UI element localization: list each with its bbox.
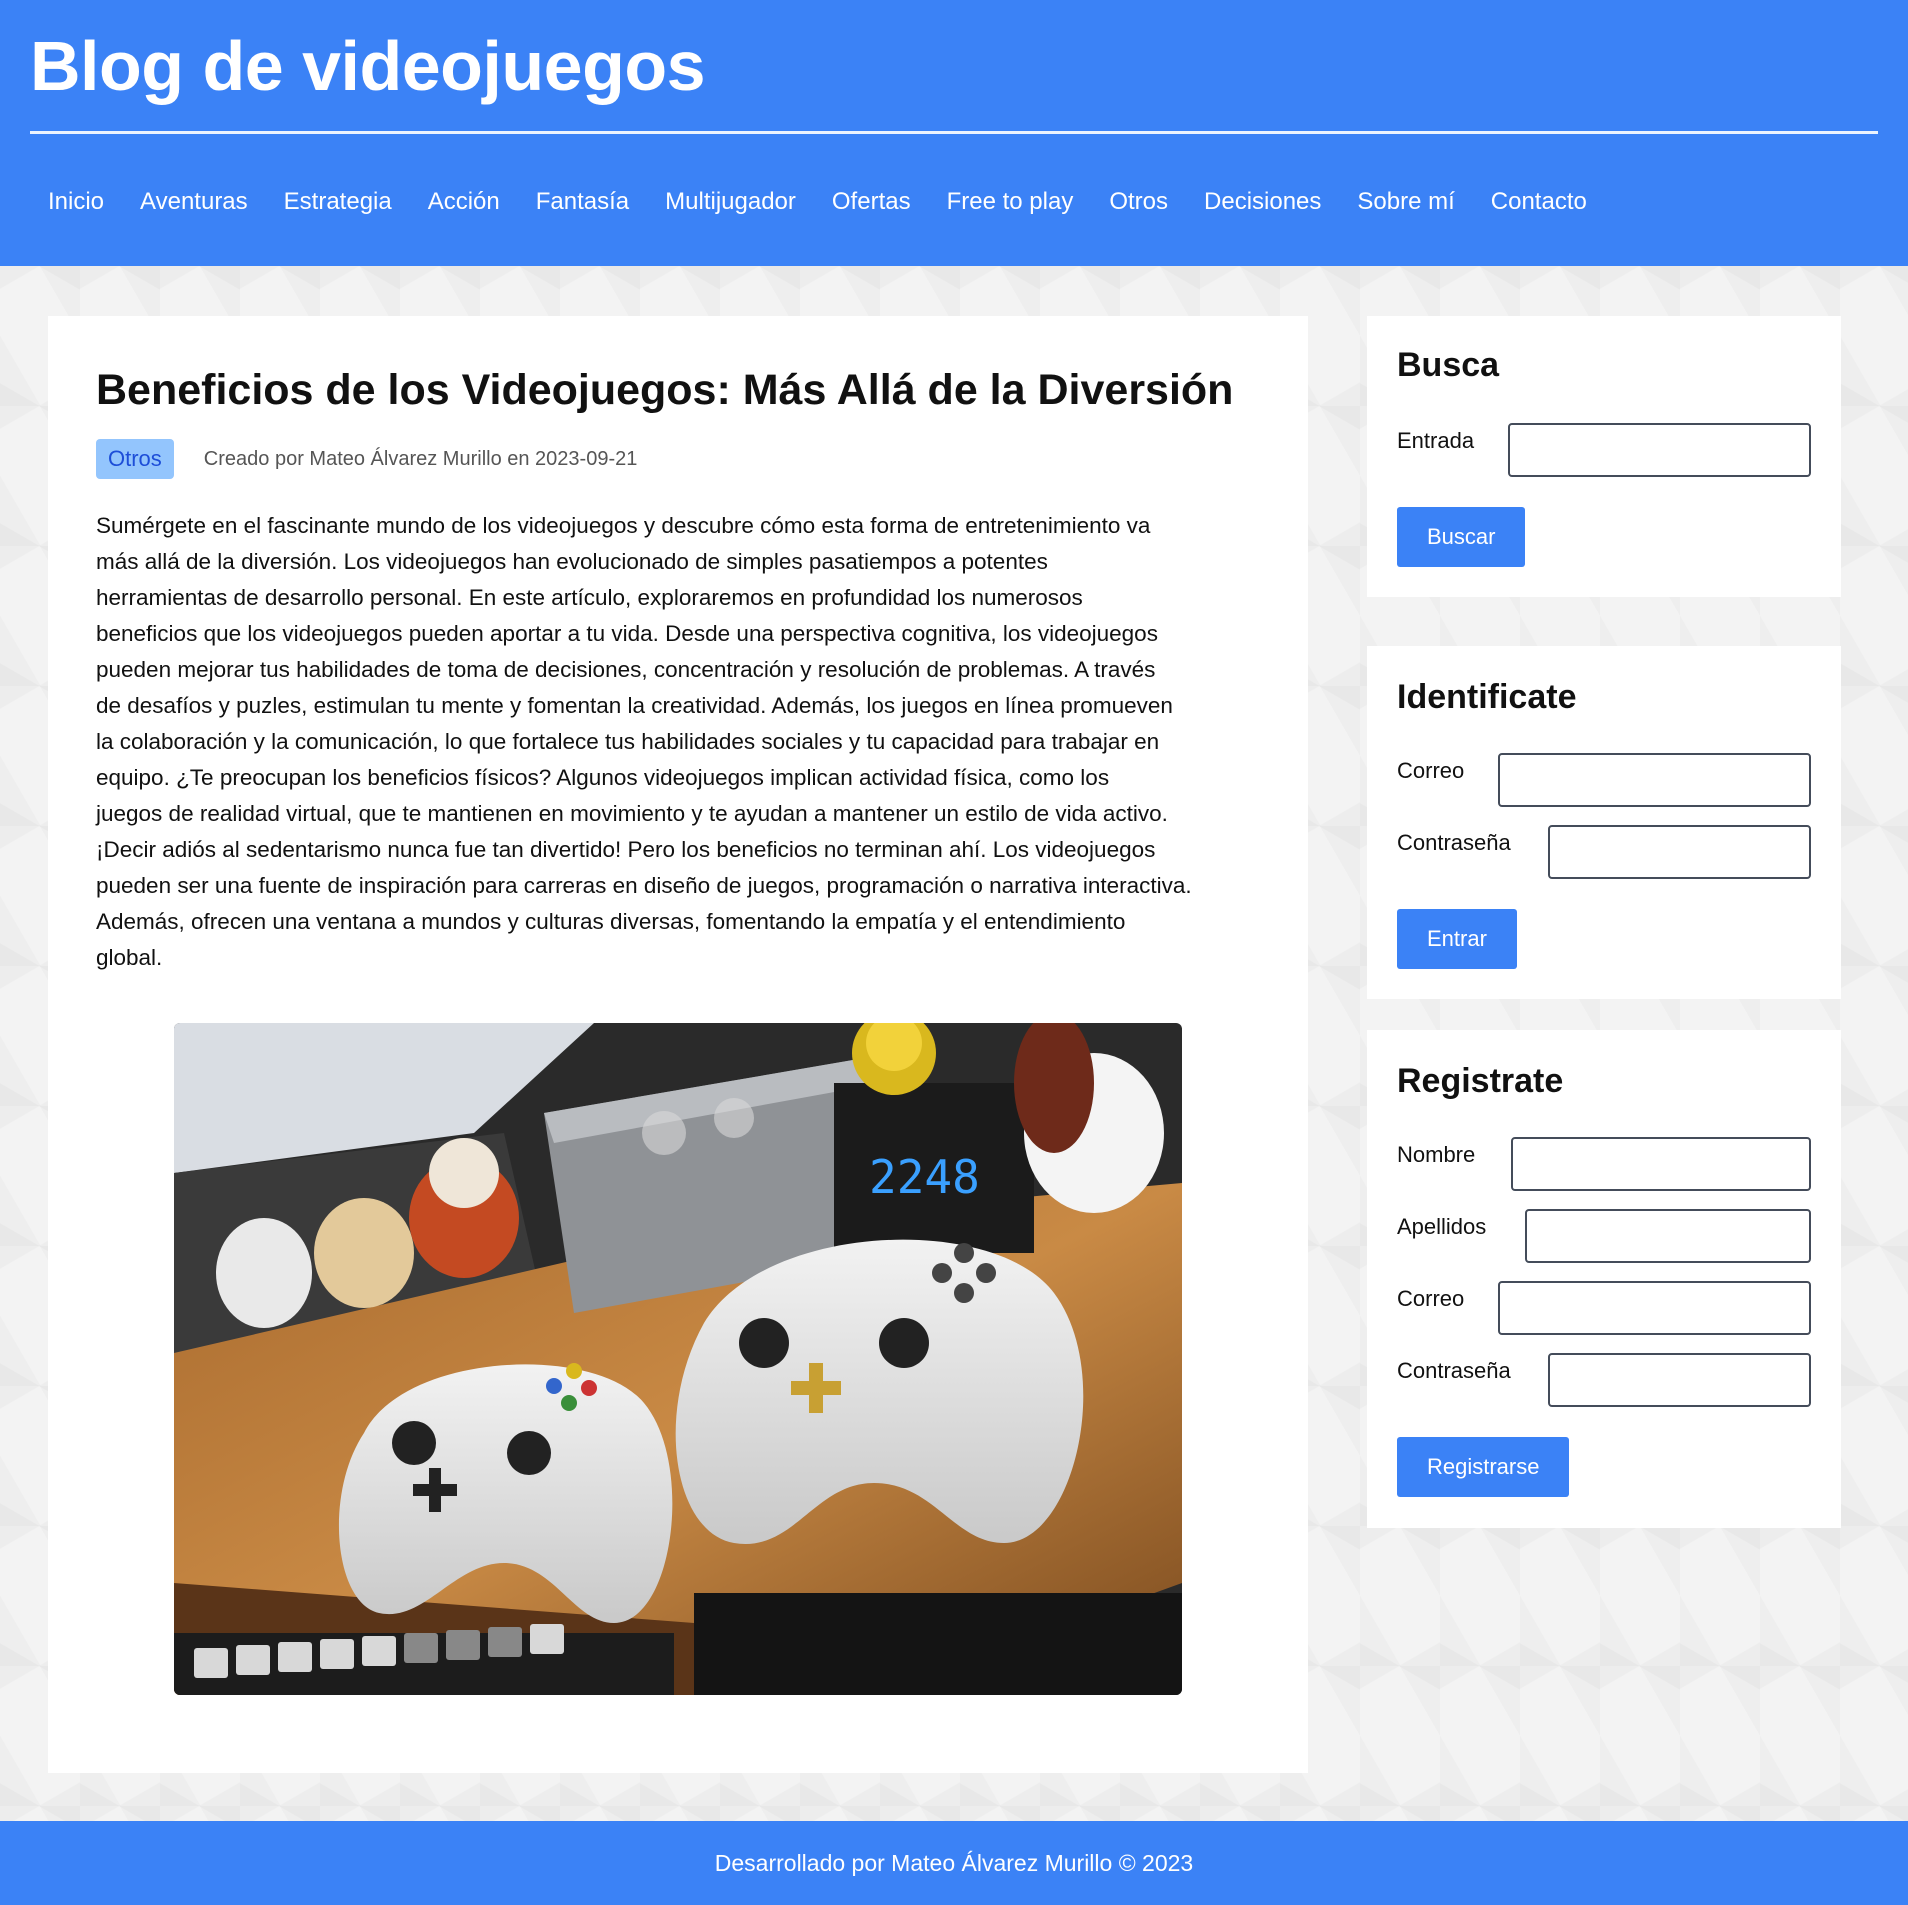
register-widget-title: Registrate: [1397, 1062, 1564, 1100]
post-line: pueden ser una fuente de inspiración par…: [96, 873, 1192, 898]
nav-decisiones[interactable]: Decisiones: [1186, 180, 1339, 224]
register-surname-label: Apellidos: [1397, 1214, 1487, 1239]
post-line: ¡Decir adiós al sedentarismo nunca fue t…: [96, 837, 1156, 862]
post-line: juegos de realidad virtual, que te manti…: [96, 801, 1168, 826]
search-widget: Busca Entrada Buscar: [1367, 316, 1841, 597]
register-email-label: Correo: [1397, 1286, 1465, 1311]
post-body: Sumérgete en el fascinante mundo de los …: [96, 508, 1266, 976]
post-title: Beneficios de los Videojuegos: Más Allá …: [96, 366, 1234, 414]
login-email-label: Correo: [1397, 758, 1465, 783]
post-line: beneficios que los videojuegos pueden ap…: [96, 621, 1158, 646]
post-line: la colaboración y la comunicación, lo qu…: [96, 729, 1160, 754]
post-byline: Creado por Mateo Álvarez Murillo en 2023…: [203, 447, 638, 470]
nav-aventuras[interactable]: Aventuras: [122, 180, 266, 224]
nav-accion[interactable]: Acción: [410, 180, 518, 224]
nav-inicio[interactable]: Inicio: [30, 180, 122, 224]
nav-fantasia[interactable]: Fantasía: [518, 180, 647, 224]
site-header: Blog de videojuegos Inicio Aventuras Est…: [0, 0, 1908, 266]
register-password-input[interactable]: [1548, 1353, 1811, 1407]
post-meta: Otros Creado por Mateo Álvarez Murillo e…: [96, 439, 637, 479]
site-title[interactable]: Blog de videojuegos: [30, 24, 706, 108]
search-button[interactable]: Buscar: [1397, 507, 1526, 567]
register-name-label: Nombre: [1397, 1142, 1476, 1167]
login-button[interactable]: Entrar: [1397, 909, 1517, 969]
post-line: Sumérgete en el fascinante mundo de los …: [96, 513, 1151, 538]
register-widget: Registrate Nombre Apellidos Correo Contr…: [1367, 1030, 1841, 1528]
search-input[interactable]: [1508, 423, 1811, 477]
clock-display: 2248: [869, 1150, 980, 1204]
site-footer: Desarrollado por Mateo Álvarez Murillo ©…: [0, 1821, 1908, 1905]
controllers-photo: 2248: [174, 1023, 1182, 1695]
post-line: equipo. ¿Te preocupan los beneficios fís…: [96, 765, 1110, 790]
nav-free-to-play[interactable]: Free to play: [929, 180, 1092, 224]
register-password-label: Contraseña: [1397, 1358, 1511, 1383]
category-badge[interactable]: Otros: [96, 439, 174, 479]
register-button[interactable]: Registrarse: [1397, 1437, 1570, 1497]
nav-contacto[interactable]: Contacto: [1473, 180, 1605, 224]
post-line: más allá de la diversión. Los videojuego…: [96, 549, 1048, 574]
register-surname-input[interactable]: [1525, 1209, 1811, 1263]
nav-ofertas[interactable]: Ofertas: [814, 180, 929, 224]
header-divider: [30, 131, 1878, 134]
login-widget: Identificate Correo Contraseña Entrar: [1367, 646, 1841, 999]
login-email-input[interactable]: [1498, 753, 1811, 807]
nav-estrategia[interactable]: Estrategia: [266, 180, 410, 224]
post-line: global.: [96, 945, 163, 970]
post-line: Además, ofrecen una ventana a mundos y c…: [96, 909, 1126, 934]
nav-otros[interactable]: Otros: [1091, 180, 1186, 224]
search-label: Entrada: [1397, 428, 1475, 453]
main-nav: Inicio Aventuras Estrategia Acción Fanta…: [30, 180, 1605, 224]
post-line: pueden mejorar tus habilidades de toma d…: [96, 657, 1156, 682]
login-password-label: Contraseña: [1397, 830, 1511, 855]
search-widget-title: Busca: [1397, 346, 1500, 384]
nav-sobre-mi[interactable]: Sobre mí: [1339, 180, 1472, 224]
post-line: de desafíos y puzles, estimulan tu mente…: [96, 693, 1173, 718]
footer-text: Desarrollado por Mateo Álvarez Murillo ©…: [714, 1850, 1194, 1876]
post-line: herramientas de desarrollo personal. En …: [96, 585, 1083, 610]
login-widget-title: Identificate: [1397, 678, 1577, 716]
post-image: 2248: [174, 1023, 1182, 1695]
register-name-input[interactable]: [1511, 1137, 1811, 1191]
register-email-input[interactable]: [1498, 1281, 1811, 1335]
nav-multijugador[interactable]: Multijugador: [647, 180, 814, 224]
login-password-input[interactable]: [1548, 825, 1811, 879]
